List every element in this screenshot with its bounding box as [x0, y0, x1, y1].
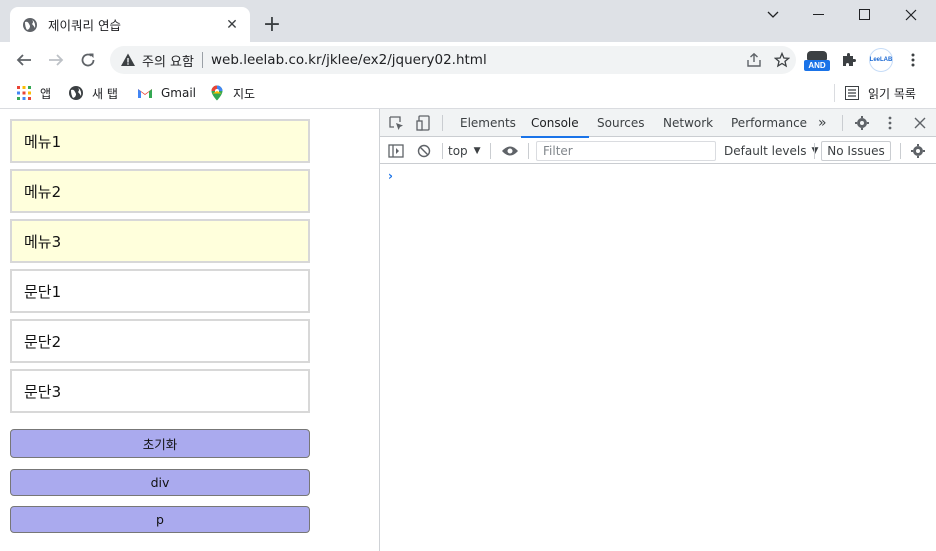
bookmarks-separator	[834, 84, 835, 102]
bookmark-label: Gmail	[161, 86, 197, 100]
devtools-separator	[842, 115, 843, 131]
tab-close-icon[interactable]: ✕	[224, 17, 240, 33]
apps-grid-icon	[16, 85, 32, 101]
page-viewport: 메뉴1 메뉴2 메뉴3 문단1 문단2 문단3 초기화 div p	[0, 109, 379, 551]
bookmark-maps[interactable]: 지도	[209, 83, 255, 103]
minimize-icon[interactable]	[796, 0, 842, 30]
address-bar[interactable]: 주의 요함 web.leelab.co.kr/jklee/ex2/jquery0…	[110, 46, 796, 74]
devtools-tabbar: Elements Console Sources Network Perform…	[380, 109, 936, 138]
leelab-profile-icon[interactable]: LeeLAB	[866, 46, 896, 74]
tab-console[interactable]: Console	[521, 109, 589, 138]
context-selector[interactable]: top ▼	[448, 142, 481, 160]
menu-box-1[interactable]: 메뉴1	[10, 119, 310, 163]
settings-gear-icon[interactable]	[852, 113, 872, 133]
browser-tab[interactable]: 제이쿼리 연습 ✕	[10, 7, 250, 42]
log-levels-dropdown[interactable]: Default levels ▼	[724, 142, 818, 160]
devtools-separator	[528, 143, 529, 159]
reload-icon[interactable]	[74, 46, 102, 74]
extensions-puzzle-icon[interactable]	[834, 46, 864, 74]
forward-arrow-icon[interactable]	[42, 46, 70, 74]
more-tabs-icon[interactable]: »	[808, 109, 837, 137]
reading-list-button[interactable]: 읽기 목록	[844, 83, 916, 103]
console-settings-gear-icon[interactable]	[908, 141, 928, 161]
devtools-panel: Elements Console Sources Network Perform…	[380, 109, 936, 551]
share-icon[interactable]	[740, 46, 768, 74]
devtools-separator	[900, 143, 901, 159]
devtools-separator	[442, 143, 443, 159]
tab-sources[interactable]: Sources	[587, 109, 654, 137]
console-prompt[interactable]: ›	[388, 169, 393, 183]
paragraph-box-1[interactable]: 문단1	[10, 269, 310, 313]
clear-console-icon[interactable]	[414, 141, 434, 161]
bookmark-apps[interactable]: 앱	[16, 83, 51, 103]
p-button[interactable]: p	[10, 506, 310, 533]
reading-list-icon	[844, 85, 860, 101]
warning-triangle-icon[interactable]	[120, 52, 136, 68]
new-tab-button[interactable]: +	[260, 12, 284, 37]
omnibox-separator	[201, 52, 203, 68]
menu-box-3[interactable]: 메뉴3	[10, 219, 310, 263]
inspect-element-icon[interactable]	[386, 113, 406, 133]
caret-down-icon: ▼	[473, 146, 481, 156]
devtools-close-icon[interactable]	[910, 113, 930, 133]
browser-toolbar: 주의 요함 web.leelab.co.kr/jklee/ex2/jquery0…	[0, 42, 936, 78]
globe-icon	[68, 85, 84, 101]
bookmark-gmail[interactable]: Gmail	[137, 83, 196, 103]
paragraph-box-3[interactable]: 문단3	[10, 369, 310, 413]
and-extension-icon[interactable]: AND	[802, 46, 832, 74]
security-label[interactable]: 주의 요함	[142, 51, 194, 70]
globe-icon	[22, 17, 38, 33]
console-toolbar: top ▼ Filter Default levels ▼ No Issues	[380, 138, 936, 164]
back-arrow-icon[interactable]	[10, 46, 38, 74]
paragraph-box-2[interactable]: 문단2	[10, 319, 310, 363]
sidebar-toggle-icon[interactable]	[386, 141, 406, 161]
reset-button[interactable]: 초기화	[10, 429, 310, 458]
bookmark-label: 앱	[40, 86, 52, 101]
tab-performance[interactable]: Performance	[721, 109, 817, 137]
devtools-menu-icon[interactable]	[880, 113, 900, 133]
tab-title: 제이쿼리 연습	[48, 18, 121, 33]
devtools-separator	[490, 143, 491, 159]
url-text[interactable]: web.leelab.co.kr/jklee/ex2/jquery02.html	[211, 52, 740, 68]
tab-search-chevron-icon[interactable]	[750, 0, 796, 30]
maps-pin-icon	[209, 85, 225, 101]
context-label: top	[448, 144, 468, 158]
reading-list-label: 읽기 목록	[868, 86, 916, 101]
filter-input[interactable]: Filter	[536, 141, 716, 161]
issues-button[interactable]: No Issues	[821, 141, 891, 161]
leelab-avatar-label: LeeLAB	[869, 48, 893, 72]
live-expression-eye-icon[interactable]	[500, 141, 520, 161]
levels-label: Default levels	[724, 144, 807, 158]
bookmark-new-tab[interactable]: 새 탭	[68, 83, 118, 103]
bookmark-label: 지도	[233, 86, 256, 101]
bookmark-star-icon[interactable]	[768, 46, 796, 74]
devtools-separator	[442, 115, 443, 131]
bookmarks-bar: 앱 새 탭 Gmail 지도 읽기 목록	[0, 78, 936, 108]
window-close-icon[interactable]	[888, 0, 934, 30]
menu-box-2[interactable]: 메뉴2	[10, 169, 310, 213]
maximize-icon[interactable]	[842, 0, 888, 30]
tab-strip: 제이쿼리 연습 ✕ +	[0, 0, 936, 42]
gmail-icon	[137, 85, 153, 101]
devtools-separator	[814, 143, 815, 159]
tab-elements[interactable]: Elements	[450, 109, 526, 137]
tab-network[interactable]: Network	[653, 109, 723, 137]
kebab-menu-icon[interactable]	[898, 46, 928, 74]
bookmark-label: 새 탭	[92, 86, 118, 101]
and-badge-label: AND	[804, 60, 830, 71]
device-toolbar-icon[interactable]	[414, 113, 434, 133]
div-button[interactable]: div	[10, 469, 310, 496]
